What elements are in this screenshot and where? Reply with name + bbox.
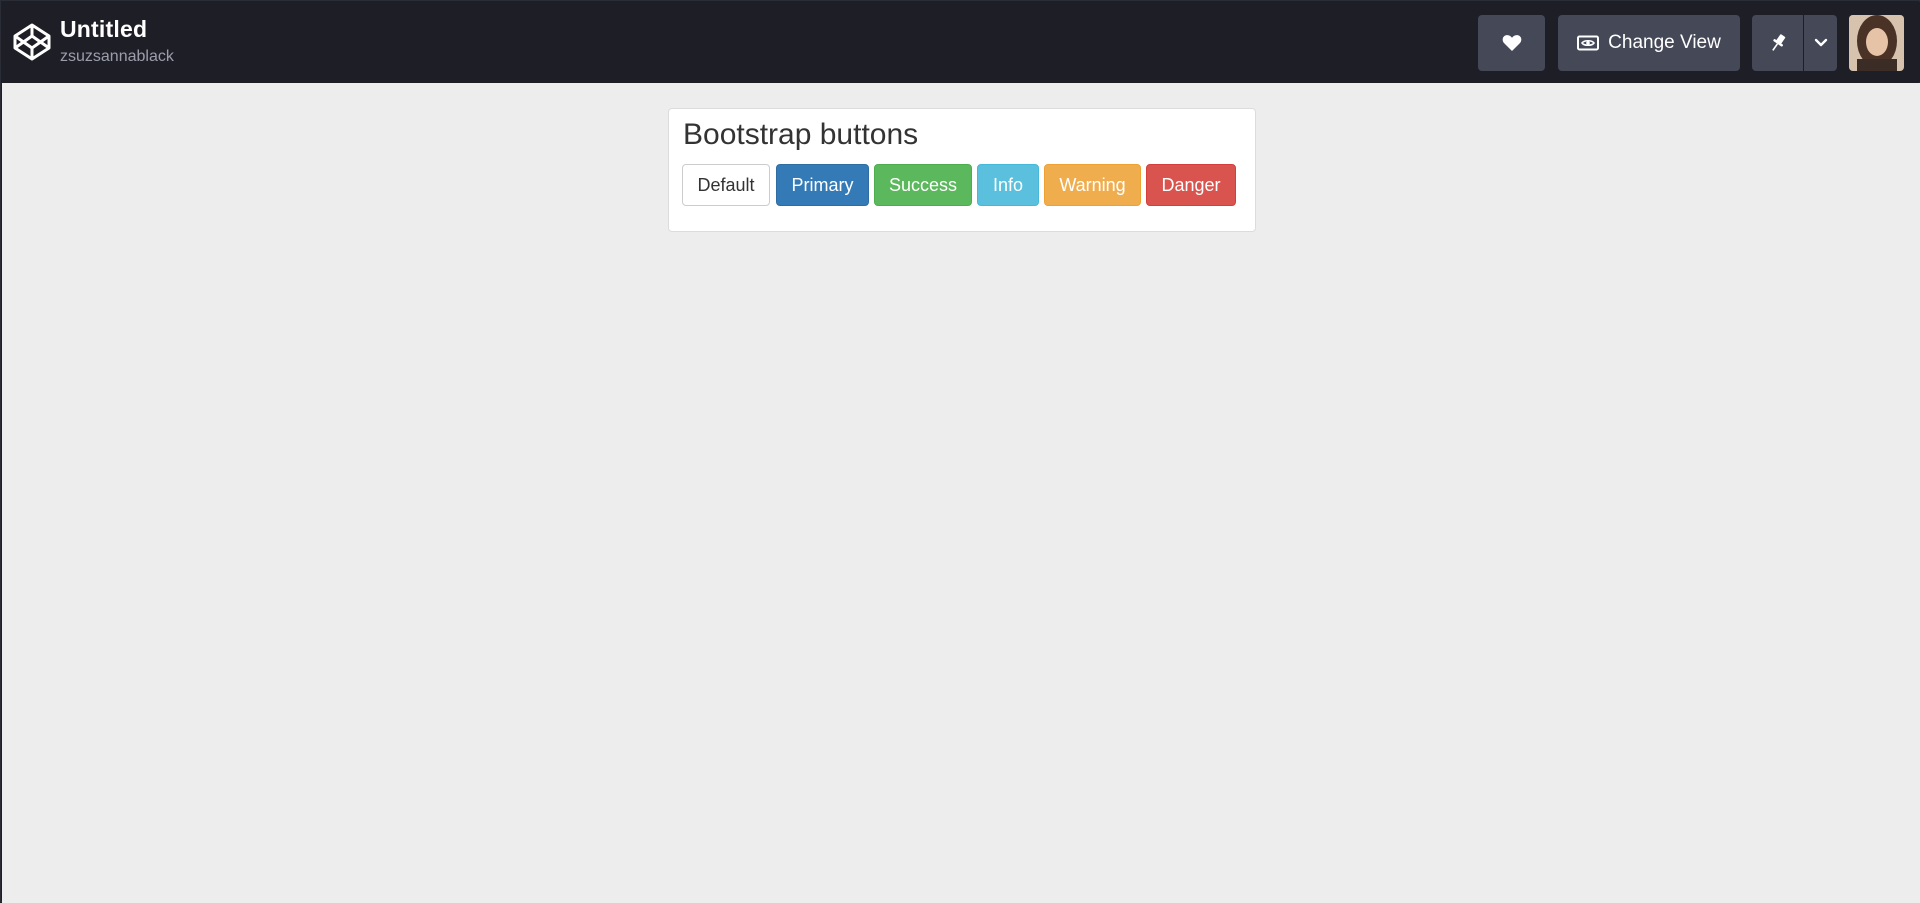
editor-header: Untitled zsuzsannablack Change View — [2, 2, 1920, 82]
primary-button[interactable]: Primary — [776, 164, 869, 206]
author-name[interactable]: zsuzsannablack — [60, 48, 174, 66]
info-button[interactable]: Info — [977, 164, 1039, 206]
pin-icon — [1771, 34, 1785, 51]
pin-menu-toggle[interactable] — [1804, 15, 1837, 71]
pin-button[interactable] — [1752, 15, 1803, 71]
like-button[interactable] — [1478, 15, 1545, 71]
change-view-label: Change View — [1608, 32, 1721, 53]
pen-title[interactable]: Untitled — [60, 16, 147, 43]
codepen-logo-icon[interactable] — [12, 22, 52, 62]
default-button[interactable]: Default — [682, 164, 770, 206]
change-view-button[interactable]: Change View — [1558, 15, 1740, 71]
success-button[interactable]: Success — [874, 164, 972, 206]
user-avatar[interactable] — [1849, 15, 1904, 71]
eye-icon — [1577, 35, 1600, 51]
panel-title: Bootstrap buttons — [683, 118, 919, 151]
chevron-down-icon — [1814, 38, 1827, 47]
warning-button[interactable]: Warning — [1044, 164, 1141, 206]
heart-icon — [1502, 35, 1521, 51]
buttons-panel: Bootstrap buttons Default Primary Succes… — [668, 108, 1256, 232]
result-preview: Bootstrap buttons Default Primary Succes… — [2, 83, 1920, 903]
app-window: Untitled zsuzsannablack Change View Boot… — [0, 0, 1920, 903]
danger-button[interactable]: Danger — [1146, 164, 1236, 206]
